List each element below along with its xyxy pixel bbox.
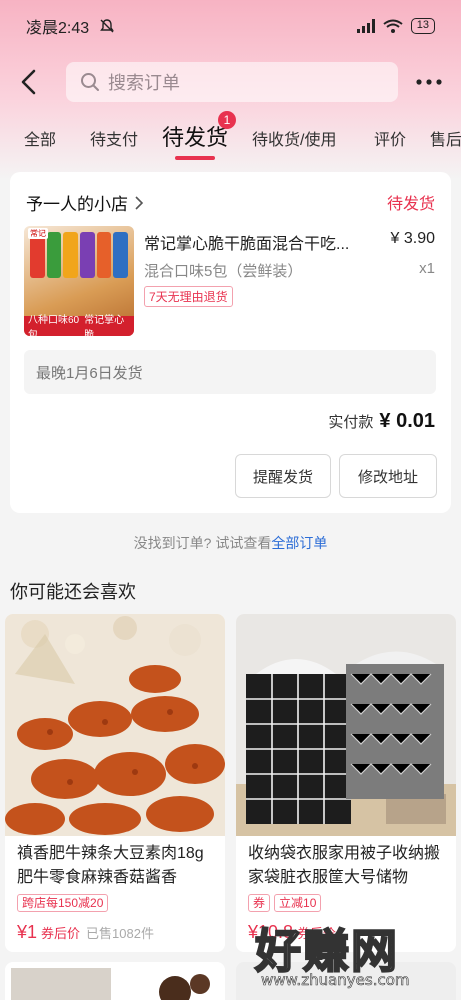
recommend-title: 你可能还会喜欢 — [10, 582, 136, 602]
order-card[interactable]: 予一人的小店 待发货 常记 八种口味60包 常记掌心脆 常记掌心脆干脆面混合干吃… — [10, 172, 451, 513]
chevron-right-icon — [135, 195, 144, 210]
battery-indicator: 13 — [410, 18, 435, 34]
price-note: 券后价 — [41, 926, 81, 941]
sold-count: 已售1082件 — [86, 926, 154, 941]
promo-tag: 跨店每150减20 — [17, 894, 109, 912]
paid-amount: ¥ 0.01 — [379, 410, 435, 432]
recommend-item-tags: 跨店每150减20 — [17, 894, 109, 912]
recommend-item-price-row: ¥1 券后价 已售1082件 — [17, 922, 154, 943]
shop-name: 予一人的小店 — [26, 195, 128, 214]
recommend-item-price-row: ¥10.8 券后价 — [248, 922, 336, 943]
recommend-item-title: 收纳袋衣服家用被子收纳搬家袋脏衣服筐大号储物 — [248, 845, 441, 886]
recommend-item-tags: 券 立减10 — [248, 894, 322, 912]
back-arrow-icon[interactable] — [18, 68, 40, 96]
status-bar: 凌晨2:43 13 — [0, 0, 461, 52]
tab-badge: 1 — [218, 111, 236, 129]
mute-bell-icon — [100, 19, 115, 33]
shop-link[interactable]: 予一人的小店 — [26, 190, 144, 215]
wifi-icon — [383, 19, 403, 33]
snack-image-peek — [11, 968, 210, 1000]
signal-icon — [356, 19, 375, 33]
price-note: 券后价 — [297, 926, 337, 941]
recommend-item-title: 禛香肥牛辣条大豆素肉18g肥牛零食麻辣香菇酱香 — [17, 845, 204, 886]
product-spec: 混合口味5包（尝鲜装） — [144, 263, 303, 280]
product-quantity: x1 — [419, 260, 435, 277]
recommend-item-peek[interactable] — [5, 962, 225, 1000]
tab-pending-shipment[interactable]: 待发货 — [162, 120, 228, 152]
search-placeholder: 搜索订单 — [108, 73, 180, 93]
tab-pending-payment[interactable]: 待支付 — [90, 126, 138, 150]
tab-all[interactable]: 全部 — [24, 126, 56, 150]
tab-after-sales[interactable]: 售后 — [430, 126, 461, 150]
product-price: ¥ 3.90 — [390, 230, 435, 247]
product-thumbnail[interactable]: 常记 八种口味60包 常记掌心脆 — [24, 226, 134, 336]
tab-pending-receipt[interactable]: 待收货/使用 — [252, 126, 336, 150]
recommend-item[interactable]: 禛香肥牛辣条大豆素肉18g肥牛零食麻辣香菇酱香 跨店每150减20 ¥1 券后价… — [5, 614, 225, 952]
header-bar: 搜索订单 — [0, 60, 461, 104]
spicy-soy-snack-image — [5, 614, 225, 836]
shipping-notice: 最晚1月6日发货 — [24, 350, 436, 394]
modify-address-button[interactable]: 修改地址 — [339, 454, 437, 498]
more-options-icon[interactable] — [415, 72, 443, 92]
brand-logo: 常记 — [28, 228, 48, 239]
paid-label: 实付款 — [328, 414, 374, 431]
thumbnail-banner: 八种口味60包 常记掌心脆 — [24, 315, 134, 336]
tab-review[interactable]: 评价 — [374, 126, 406, 150]
order-tabs: 全部 待支付 待发货 1 待收货/使用 评价 售后 — [0, 111, 461, 162]
search-input[interactable]: 搜索订单 — [66, 62, 398, 102]
all-orders-link[interactable]: 全部订单 — [271, 535, 327, 551]
recommend-item-peek[interactable] — [236, 962, 456, 1000]
remind-shipment-button[interactable]: 提醒发货 — [235, 454, 331, 498]
product-title[interactable]: 常记掌心脆干脆面混合干吃... — [144, 230, 366, 254]
recommend-item-price: ¥10.8 — [248, 922, 294, 942]
coupon-tag: 券 — [248, 894, 271, 912]
not-found-hint: 没找到订单? 试试查看全部订单 — [133, 535, 328, 551]
search-icon — [81, 73, 99, 91]
status-time: 凌晨2:43 — [26, 20, 90, 37]
return-policy-tag: 7天无理由退货 — [144, 286, 233, 307]
recommend-item-price: ¥1 — [17, 922, 38, 942]
recommend-item[interactable]: 收纳袋衣服家用被子收纳搬家袋脏衣服筐大号储物 券 立减10 ¥10.8 券后价 — [236, 614, 456, 952]
discount-tag: 立减10 — [274, 894, 322, 912]
storage-bag-image — [236, 614, 456, 836]
order-status: 待发货 — [386, 196, 435, 213]
paid-amount-row: 实付款 ¥ 0.01 — [328, 410, 435, 433]
active-tab-indicator — [175, 156, 215, 160]
